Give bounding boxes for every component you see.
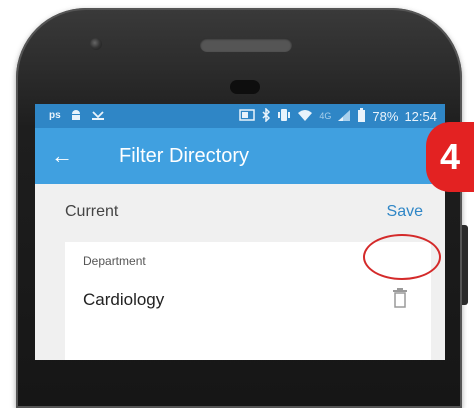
- current-label: Current: [65, 203, 119, 220]
- battery-percent: 78%: [372, 108, 399, 124]
- ps-icon: ps: [49, 110, 61, 121]
- signal-icon: [337, 109, 351, 124]
- earpiece-speaker: [200, 38, 292, 52]
- missed-call-icon: [91, 108, 105, 124]
- side-button: [462, 225, 468, 305]
- arrow-left-icon[interactable]: ←: [35, 145, 99, 167]
- status-bar: ps 4G 78% 12:54: [35, 104, 445, 128]
- phone-screen: ps 4G 78% 12:54 ← Filter Directory Curre…: [35, 104, 445, 360]
- vibrate-icon: [277, 108, 291, 124]
- trash-icon[interactable]: [393, 288, 407, 308]
- status-time: 12:54: [404, 108, 437, 124]
- bluetooth-icon: [261, 107, 271, 124]
- proximity-sensor: [230, 80, 260, 94]
- department-label: Department: [83, 254, 146, 268]
- app-bar: ← Filter Directory: [35, 128, 445, 184]
- wifi-icon: [297, 109, 313, 124]
- battery-icon: [357, 108, 366, 124]
- page-title: Filter Directory: [119, 144, 250, 167]
- department-value: Cardiology: [83, 290, 165, 309]
- cast-icon: [239, 108, 256, 124]
- lte-icon: 4G: [319, 110, 332, 121]
- status-right: 4G 78% 12:54: [239, 107, 445, 124]
- save-highlight-circle: [363, 234, 441, 280]
- step-number-badge: 4: [426, 122, 474, 192]
- save-button[interactable]: Save: [387, 203, 423, 221]
- front-camera: [90, 38, 102, 50]
- current-filter-header: Current Save: [35, 184, 445, 240]
- android-icon: [69, 108, 83, 124]
- status-left: ps: [35, 108, 105, 124]
